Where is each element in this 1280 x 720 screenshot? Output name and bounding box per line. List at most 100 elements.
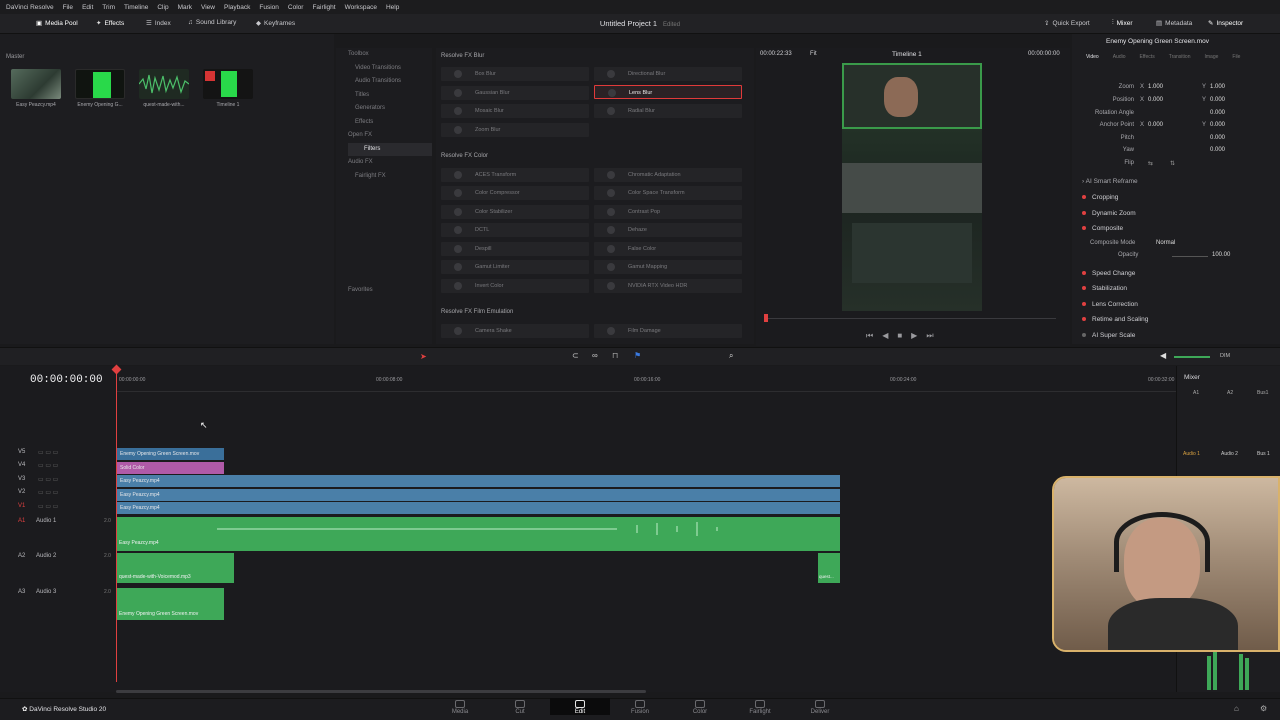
zoom-icon[interactable]: ⌕ <box>729 351 733 361</box>
snapping-icon[interactable]: ⊂ <box>572 351 579 360</box>
fx-item[interactable]: DCTL <box>441 223 589 237</box>
enable-dot-icon[interactable] <box>1082 302 1086 307</box>
fx-lens-blur[interactable]: Lens Blur <box>594 85 742 99</box>
track-controls-icon[interactable]: ▭ ▭ ▭ <box>38 503 58 510</box>
opacity-value[interactable]: 100.00 <box>1212 252 1230 258</box>
tab-file[interactable]: File <box>1232 54 1240 60</box>
effects-button[interactable]: ✦ Effects <box>96 19 124 28</box>
opacity-slider[interactable] <box>1172 256 1208 257</box>
section-ai-smart-reframe[interactable]: › AI Smart Reframe <box>1082 178 1272 192</box>
fx-gaussian-blur[interactable]: Gaussian Blur <box>441 86 589 100</box>
media-thumb-enemy-opening[interactable] <box>75 69 125 99</box>
section-lens-correction[interactable]: Lens Correction <box>1082 301 1272 315</box>
clip-v3[interactable]: Easy Peazcy.mp4 <box>117 475 840 487</box>
fx-item[interactable]: Dehaze <box>594 223 742 237</box>
track-controls-icon[interactable]: ▭ ▭ ▭ <box>38 489 58 496</box>
media-thumb-easy-peazcy[interactable] <box>11 69 61 99</box>
menu-mark[interactable]: Mark <box>178 4 192 11</box>
clip-v1[interactable]: Easy Peazcy.mp4 <box>117 502 840 514</box>
y-value[interactable]: 1.000 <box>1210 84 1225 90</box>
fx-item[interactable]: Gamut Limiter <box>441 260 589 274</box>
viewer-playhead[interactable] <box>764 314 768 322</box>
enable-dot-icon[interactable] <box>1082 271 1086 276</box>
transport-controls[interactable]: ⏮◀■▶⏭ <box>866 331 943 341</box>
menu-timeline[interactable]: Timeline <box>124 4 148 11</box>
track-controls-icon[interactable]: ▭ ▭ ▭ <box>38 476 58 483</box>
composite-mode-select[interactable]: Normal <box>1156 240 1232 246</box>
fx-directional-blur[interactable]: Directional Blur <box>594 67 742 81</box>
menu-davinci[interactable]: DaVinci Resolve <box>6 4 54 11</box>
section-speed-change[interactable]: Speed Change <box>1082 270 1272 284</box>
viewer-zoom[interactable]: Fit <box>810 51 817 57</box>
fx-item[interactable]: Film Damage <box>594 324 742 338</box>
enable-dot-icon[interactable] <box>1082 286 1086 291</box>
menu-help[interactable]: Help <box>386 4 399 11</box>
clip-v2[interactable]: Easy Peazcy.mp4 <box>117 489 840 501</box>
media-thumb-timeline[interactable] <box>203 69 253 99</box>
tab-image[interactable]: Image <box>1204 54 1218 60</box>
menu-clip[interactable]: Clip <box>157 4 168 11</box>
y-value[interactable]: 0.000 <box>1210 97 1225 103</box>
clip-v5[interactable]: Enemy Opening Green Screen.mov <box>117 448 224 460</box>
tree-item[interactable]: Audio Transitions <box>348 75 432 89</box>
enable-dot-icon[interactable] <box>1082 195 1086 200</box>
menu-view[interactable]: View <box>201 4 215 11</box>
clip-v4[interactable]: Solid Color <box>117 462 224 474</box>
track-header-a3[interactable]: A3 Audio 3 2.0 <box>0 589 116 623</box>
menu-color[interactable]: Color <box>288 4 304 11</box>
value[interactable]: 0.000 <box>1210 135 1225 141</box>
track-header-a2[interactable]: A2 Audio 2 2.0 <box>0 553 116 587</box>
timeline-scrollbar[interactable] <box>116 690 646 693</box>
tab-effects[interactable]: Effects <box>1140 54 1155 60</box>
clip-a2[interactable]: quest-made-with-Voicemod.mp3 <box>117 553 234 583</box>
media-pool-button[interactable]: ▣ Media Pool <box>36 19 78 28</box>
viewer-timeline-name[interactable]: Timeline 1 <box>892 51 922 58</box>
menu-playback[interactable]: Playback <box>224 4 250 11</box>
tab-video[interactable]: Video <box>1086 54 1099 60</box>
menu-fairlight[interactable]: Fairlight <box>312 4 335 11</box>
fx-box-blur[interactable]: Box Blur <box>441 67 589 81</box>
flip-vertical-icon[interactable]: ⇅ <box>1170 160 1175 167</box>
volume-slider[interactable] <box>1174 356 1210 358</box>
menu-workspace[interactable]: Workspace <box>345 4 377 11</box>
quick-export-button[interactable]: ⇪ Quick Export <box>1044 19 1090 28</box>
settings-icon[interactable]: ⚙ <box>1260 704 1267 713</box>
fx-mosaic-blur[interactable]: Mosaic Blur <box>441 104 589 118</box>
fx-item[interactable]: Despill <box>441 242 589 256</box>
flip-horizontal-icon[interactable]: ⇆ <box>1148 160 1153 167</box>
track-header-v2[interactable]: V2 ▭ ▭ ▭ <box>0 489 116 502</box>
fx-item[interactable]: NVIDIA RTX Video HDR <box>594 279 742 293</box>
fx-item[interactable]: ACES Transform <box>441 168 589 182</box>
fx-item[interactable]: Color Space Transform <box>594 186 742 200</box>
page-edit[interactable]: Edit <box>550 698 610 715</box>
tree-fairlight-fx[interactable]: Fairlight FX <box>348 170 432 184</box>
value[interactable]: 0.000 <box>1210 110 1225 116</box>
page-media[interactable]: Media <box>430 698 490 715</box>
menu-fusion[interactable]: Fusion <box>259 4 279 11</box>
fx-item[interactable]: False Color <box>594 242 742 256</box>
fx-zoom-blur[interactable]: Zoom Blur <box>441 123 589 137</box>
tree-audio-fx[interactable]: Audio FX <box>348 156 432 170</box>
track-controls-icon[interactable]: ▭ ▭ ▭ <box>38 449 58 456</box>
tree-toolbox[interactable]: Toolbox <box>348 48 432 62</box>
x-value[interactable]: 1.000 <box>1148 84 1163 90</box>
section-composite[interactable]: Composite <box>1082 225 1272 239</box>
media-thumb-quest-audio[interactable] <box>138 69 190 99</box>
page-deliver[interactable]: Deliver <box>790 698 850 715</box>
tree-item[interactable]: Video Transitions <box>348 62 432 76</box>
section-cropping[interactable]: Cropping <box>1082 194 1272 208</box>
enable-dot-icon[interactable] <box>1082 317 1086 322</box>
fx-item[interactable]: Color Compressor <box>441 186 589 200</box>
track-header-a1[interactable]: A1 Audio 1 2.0 <box>0 518 116 552</box>
clip-a3[interactable]: Enemy Opening Green Screen.mov <box>117 588 224 620</box>
track-header-v5[interactable]: V5 ▭ ▭ ▭ <box>0 449 116 462</box>
fx-item[interactable]: Gamut Mapping <box>594 260 742 274</box>
x-value[interactable]: 0.000 <box>1148 97 1163 103</box>
track-header-v3[interactable]: V3 ▭ ▭ ▭ <box>0 476 116 489</box>
section-dynamic-zoom[interactable]: Dynamic Zoom <box>1082 210 1272 224</box>
tree-filters[interactable]: Filters <box>348 142 432 156</box>
volume-icon[interactable]: ◀ <box>1160 351 1166 360</box>
section-ai-super-scale[interactable]: AI Super Scale <box>1082 332 1272 346</box>
section-stabilization[interactable]: Stabilization <box>1082 285 1272 299</box>
tree-favorites[interactable]: Favorites <box>348 284 373 298</box>
